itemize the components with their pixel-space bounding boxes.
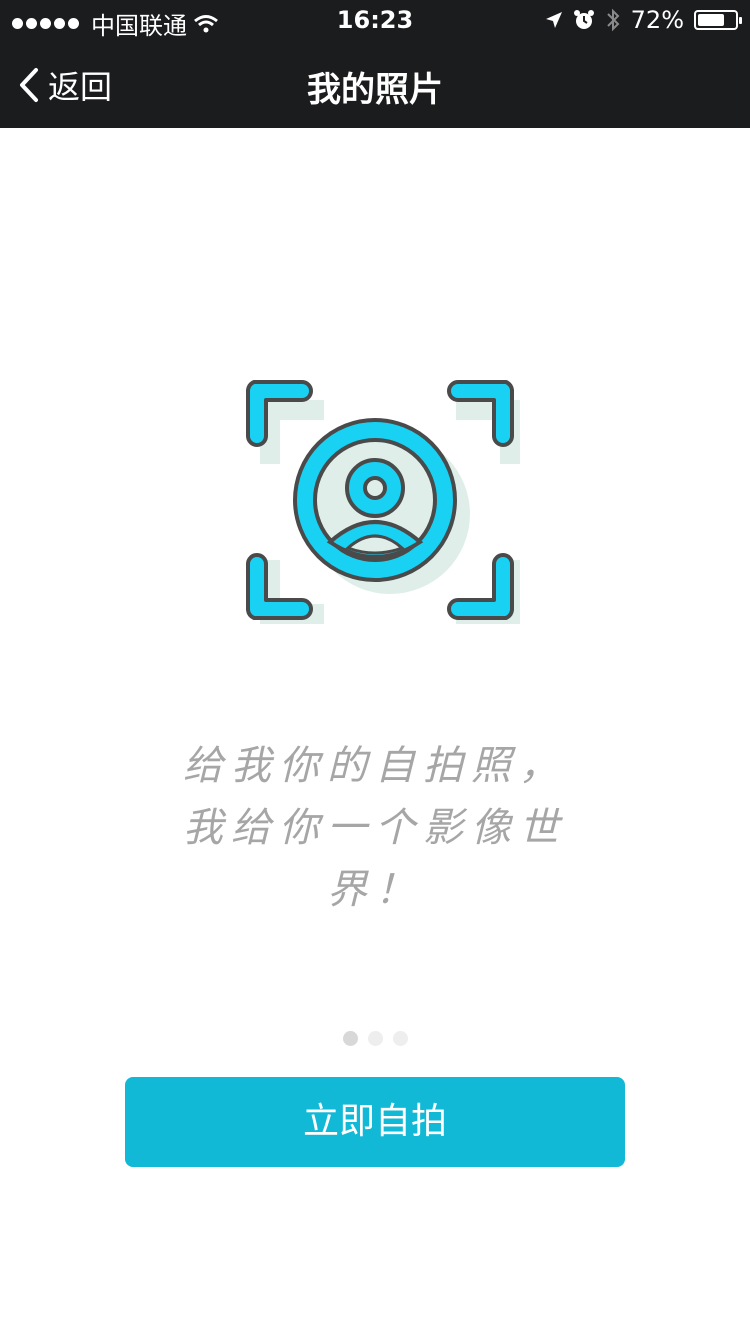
person-head-center bbox=[363, 476, 387, 500]
battery-fill bbox=[698, 14, 724, 26]
bluetooth-icon bbox=[606, 8, 620, 32]
page-dot[interactable] bbox=[367, 1031, 383, 1046]
location-arrow-icon bbox=[545, 12, 562, 28]
alarm-icon bbox=[573, 10, 594, 29]
page-dot[interactable] bbox=[342, 1031, 358, 1046]
battery-percent: 72% bbox=[630, 6, 684, 34]
top-bar: 中国联通 16:23 72% 返回 我的照片 bbox=[0, 0, 750, 128]
tagline-line-1: 给我你的自拍照， bbox=[183, 743, 567, 789]
status-right: 72% bbox=[545, 6, 742, 34]
selfie-camera-icon bbox=[246, 380, 520, 624]
take-selfie-button[interactable]: 立即自拍 bbox=[125, 1077, 625, 1167]
status-bar: 中国联通 16:23 72% bbox=[0, 0, 750, 40]
tagline-line-2: 我给你一个影像世界！ bbox=[183, 805, 567, 913]
page-indicator bbox=[0, 1031, 750, 1046]
page-dot[interactable] bbox=[392, 1031, 408, 1046]
tagline: 给我你的自拍照， 我给你一个影像世界！ bbox=[150, 735, 600, 921]
page-title: 我的照片 bbox=[307, 70, 443, 110]
battery-icon bbox=[694, 10, 742, 30]
navigation-bar: 返回 我的照片 bbox=[0, 40, 750, 128]
